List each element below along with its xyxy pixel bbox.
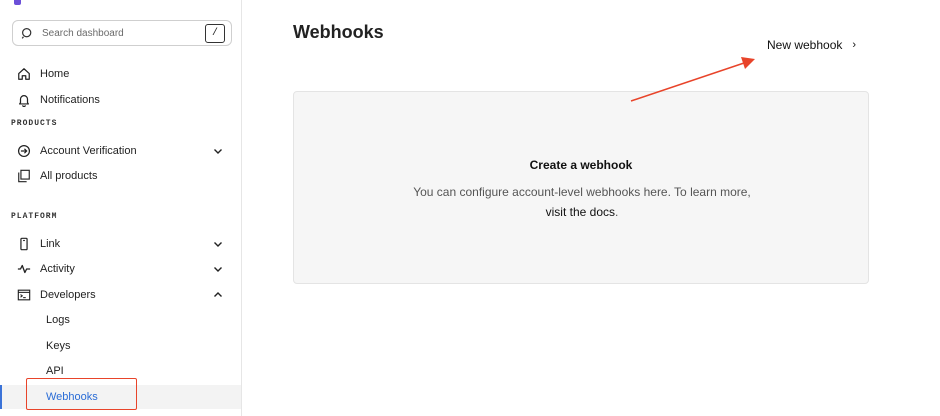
empty-state-desc-text: You can configure account-level webhooks… — [413, 185, 751, 199]
sub-item-logs[interactable]: Logs — [0, 308, 241, 332]
nav-item-notifications[interactable]: Notifications — [0, 88, 241, 112]
phone-icon — [17, 237, 31, 251]
terminal-icon — [17, 288, 31, 302]
new-webhook-label: New webhook — [767, 38, 843, 52]
search-input[interactable] — [42, 27, 192, 39]
pulse-icon — [17, 262, 31, 276]
nav-label-link: Link — [40, 238, 61, 250]
sub-item-api[interactable]: API — [0, 359, 241, 383]
nav-item-all-products[interactable]: All products — [0, 164, 241, 188]
visit-docs-link[interactable]: visit the docs — [546, 205, 615, 219]
nav-label-developers: Developers — [40, 289, 96, 301]
new-webhook-button[interactable]: New webhook › — [767, 38, 856, 52]
search-icon — [21, 27, 32, 39]
sub-item-webhooks[interactable]: Webhooks — [0, 385, 241, 409]
copy-stack-icon — [17, 169, 31, 183]
nav-item-link[interactable]: Link — [0, 232, 241, 256]
nav-item-developers[interactable]: Developers — [0, 283, 241, 307]
search-box[interactable]: / — [12, 20, 232, 46]
nav-item-home[interactable]: Home — [0, 62, 241, 86]
empty-state-description: You can configure account-level webhooks… — [404, 182, 760, 222]
nav-label-notifications: Notifications — [40, 94, 100, 106]
chevron-down-icon[interactable] — [213, 146, 223, 156]
search-shortcut-key: / — [205, 24, 225, 43]
empty-state-title: Create a webhook — [529, 158, 633, 172]
section-label-products: PRODUCTS — [11, 119, 58, 128]
section-label-platform: PLATFORM — [11, 212, 58, 221]
chevron-up-icon[interactable] — [213, 290, 223, 300]
chevron-down-icon[interactable] — [213, 239, 223, 249]
nav-item-activity[interactable]: Activity — [0, 257, 241, 281]
nav-label-account-verification: Account Verification — [40, 145, 137, 157]
empty-state-card: Create a webhook You can configure accou… — [293, 91, 869, 284]
nav-label-activity: Activity — [40, 263, 75, 275]
home-icon — [17, 67, 31, 81]
nav-label-all-products: All products — [40, 170, 98, 182]
logo — [14, 0, 21, 5]
arrow-circle-icon — [17, 144, 31, 158]
chevron-down-icon[interactable] — [213, 264, 223, 274]
nav-label-home: Home — [40, 68, 70, 80]
chevron-right-icon: › — [852, 39, 857, 51]
nav-item-account-verification[interactable]: Account Verification — [0, 139, 241, 163]
page-title: Webhooks — [293, 22, 384, 42]
sidebar: / Home Notifications PRODUCTS Account Ve… — [0, 0, 242, 416]
empty-state-desc-suffix: . — [615, 205, 619, 219]
bell-icon — [17, 93, 31, 107]
sub-item-keys[interactable]: Keys — [0, 334, 241, 358]
